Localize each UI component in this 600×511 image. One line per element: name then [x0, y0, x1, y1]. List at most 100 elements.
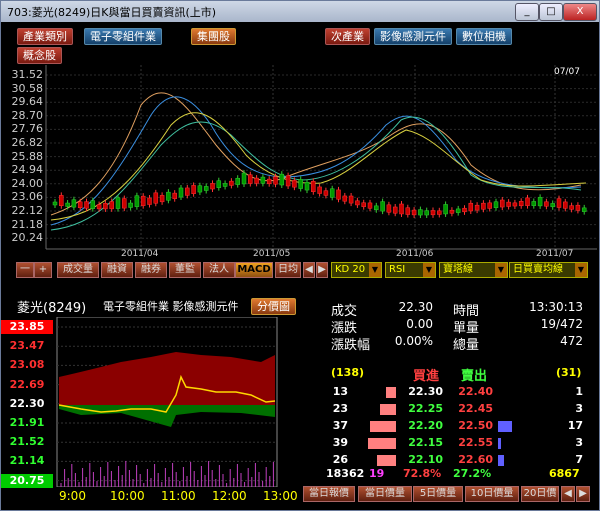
candle-body	[210, 183, 215, 190]
candle-body	[84, 201, 89, 209]
ask-depth-bar	[498, 421, 512, 432]
candle-body	[386, 204, 392, 213]
bid-percent: 72.8%	[403, 467, 442, 480]
tab-10day-price-volume[interactable]: 10日價量	[465, 486, 519, 502]
chevron-down-icon: ▼	[423, 263, 435, 277]
tab-20day-price[interactable]: 20日價	[521, 486, 559, 502]
bid-volume: 26	[332, 453, 348, 466]
ask-depth-bar	[498, 438, 501, 449]
candle-body	[537, 197, 543, 207]
candle-body	[493, 201, 499, 208]
maximize-button[interactable]: □	[539, 3, 563, 21]
bid-volume: 23	[332, 402, 348, 415]
candle-body	[273, 176, 278, 185]
candle-body	[266, 178, 272, 184]
candle-body	[556, 198, 562, 208]
month-label-jun: 2011/06	[396, 249, 434, 259]
ask-total-volume: 6867	[549, 467, 580, 480]
image-sensor-button[interactable]: 影像感測元件	[374, 28, 452, 45]
digital-camera-button[interactable]: 數位相機	[456, 28, 512, 45]
candle-body	[481, 202, 486, 210]
candle-body	[455, 208, 461, 213]
candle-body	[235, 177, 240, 185]
ask-volume: 1	[575, 385, 583, 398]
candle-body	[380, 201, 385, 212]
kd-select[interactable]: KD 20 ▼	[331, 262, 382, 278]
zoom-out-button[interactable]: 一	[16, 262, 34, 278]
price-distribution-tab[interactable]: 分價圖	[251, 298, 296, 315]
scroll-left-icon[interactable]: ◀	[303, 262, 315, 278]
sub-industry-button[interactable]: 次產業	[325, 28, 370, 45]
bid-volume: 37	[332, 419, 348, 432]
candle-body	[311, 181, 316, 192]
bid-depth-bar	[380, 404, 396, 415]
candle-body	[96, 204, 102, 210]
rsi-select[interactable]: RSI ▼	[385, 262, 436, 278]
candle-body	[323, 190, 329, 196]
tab-short[interactable]: 融券	[135, 262, 167, 278]
tab-daily-quote[interactable]: 當日報價	[303, 486, 355, 502]
ask-price: 22.60	[458, 453, 493, 466]
candle-body	[191, 185, 196, 194]
concept-stock-button[interactable]: 概念股	[17, 47, 62, 64]
close-button[interactable]: X	[563, 3, 597, 21]
candle-body	[348, 195, 354, 204]
candle-body	[506, 201, 511, 207]
ask-price: 22.45	[458, 402, 493, 415]
chart-date-label: 07/07	[554, 67, 580, 77]
tab-margin[interactable]: 融資	[101, 262, 133, 278]
title-bar[interactable]: 703:菱光(8249)日K與當日買賣資訊(上市) _ □ X	[1, 1, 599, 22]
tab-volume[interactable]: 成交量	[57, 262, 99, 278]
intraday-time-label: 9:00	[59, 489, 86, 503]
scroll-right-icon[interactable]: ▶	[316, 262, 328, 278]
bid-depth-bar	[370, 421, 396, 432]
candle-body	[109, 201, 114, 210]
candle-body	[374, 205, 379, 211]
total-volume-label: 總量	[453, 338, 480, 353]
candle-body	[103, 203, 108, 210]
ask-price: 22.40	[458, 385, 493, 398]
candle-body	[462, 207, 467, 213]
industry-category-button[interactable]: 產業類別	[17, 28, 73, 45]
candle-body	[254, 177, 259, 184]
candle-body	[260, 176, 266, 184]
ask-volume: 17	[567, 419, 583, 432]
candle-body	[437, 210, 442, 215]
chevron-down-icon: ▼	[369, 263, 381, 277]
candle-body	[487, 202, 492, 209]
candle-body	[531, 201, 537, 206]
candle-body	[203, 186, 209, 191]
candle-body	[241, 172, 247, 185]
candle-body	[367, 202, 373, 209]
tab-macd[interactable]: MACD	[235, 262, 273, 278]
candle-body	[399, 203, 404, 215]
tab-daily-average[interactable]: 日均	[275, 262, 301, 278]
candle-body	[279, 173, 285, 186]
change-percent-label: 漲跌幅	[331, 338, 371, 353]
tab-daily-price-volume[interactable]: 當日價量	[358, 486, 412, 502]
candle-body	[65, 202, 70, 207]
ma-line	[50, 92, 582, 216]
candle-body	[147, 197, 152, 205]
electronic-components-button[interactable]: 電子零組件業	[84, 28, 162, 45]
zoom-in-button[interactable]: +	[34, 262, 52, 278]
buy-sell-average-select[interactable]: 日買賣均線 ▼	[509, 262, 588, 278]
tab-5day-price-volume[interactable]: 5日價量	[413, 486, 463, 502]
chevron-down-icon: ▼	[495, 263, 507, 277]
candle-body	[222, 183, 228, 187]
candle-body	[550, 203, 555, 208]
tab-institutional[interactable]: 法人	[203, 262, 235, 278]
ask-count: (31)	[556, 366, 582, 379]
scroll-left-icon[interactable]: ◀	[561, 486, 575, 502]
tower-line-select[interactable]: 寶塔線 ▼	[439, 262, 508, 278]
scroll-right-icon[interactable]: ▶	[576, 486, 590, 502]
ask-price: 22.55	[458, 436, 493, 449]
group-stock-button[interactable]: 集團股	[191, 28, 236, 45]
bid-depth-bar	[377, 455, 396, 466]
ma-line	[50, 116, 582, 231]
bid-volume: 13	[332, 385, 348, 398]
ask-volume: 3	[575, 402, 583, 415]
intraday-time-label: 11:00	[161, 489, 196, 503]
minimize-button[interactable]: _	[515, 3, 539, 21]
tab-directors[interactable]: 董監	[169, 262, 201, 278]
